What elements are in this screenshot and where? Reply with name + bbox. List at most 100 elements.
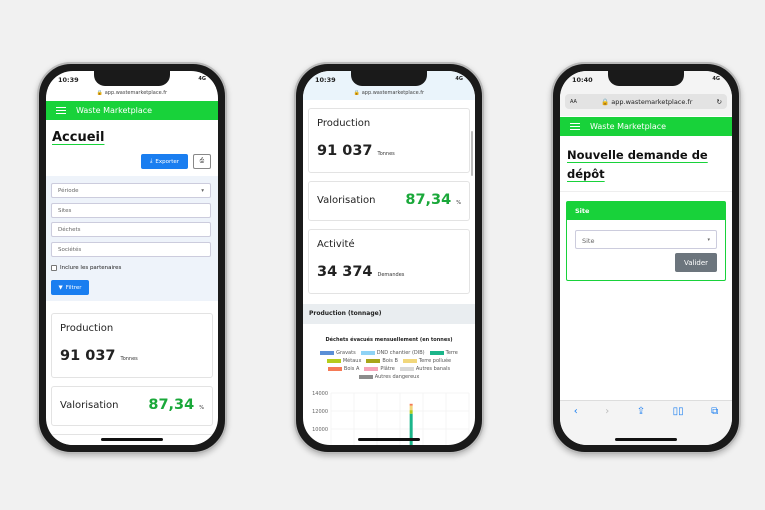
notch	[94, 71, 170, 86]
legend-item[interactable]: Métaux	[326, 358, 361, 364]
valider-button[interactable]: Valider	[675, 253, 717, 272]
home-indicator	[101, 438, 163, 441]
activite-card: Activité 34 374 Demandes	[308, 229, 470, 294]
notch	[351, 71, 427, 86]
printer-icon: ⎙	[199, 158, 205, 164]
site-select[interactable]: Site ▾	[575, 230, 717, 249]
production-card: Production 91 037 Tonnes	[51, 313, 213, 378]
legend-item[interactable]: Plâtre	[364, 366, 395, 372]
scrollbar[interactable]	[471, 131, 473, 176]
legend-label: Bois B	[382, 358, 398, 364]
sites-input[interactable]: Sites	[51, 203, 211, 218]
y-tick-label: 14000	[312, 391, 328, 397]
caret-down-icon: ▾	[201, 188, 204, 194]
menu-icon[interactable]	[570, 122, 580, 131]
url-text: app.wastemarketplace.fr	[104, 90, 168, 96]
screen: 10:39 4G 🔒 app.wastemarketplace.fr Waste …	[46, 71, 218, 445]
legend-item[interactable]: Bois A	[327, 366, 360, 372]
legend-label: Autres dangereux	[374, 374, 420, 380]
y-tick-label: 12000	[312, 409, 328, 415]
page-title: Nouvelle demande de dépôt	[567, 148, 708, 181]
app-name: Waste Marketplace	[590, 122, 667, 131]
url-bar[interactable]: 🔒 app.wastemarketplace.fr	[46, 90, 218, 96]
legend-swatch	[402, 359, 417, 363]
legend-label: Gravats	[336, 350, 356, 356]
notch	[608, 71, 684, 86]
societes-input[interactable]: Sociétés	[51, 242, 211, 257]
safari-address-bar[interactable]: AA 🔒 app.wastemarketplace.fr ↻	[565, 94, 727, 109]
app-name: Waste Marketplace	[76, 106, 153, 115]
chart-legend: Gravats DND chantier (DIB) Terre Métaux Bois…	[311, 350, 467, 380]
production-value: 91 037 Tonnes	[60, 348, 138, 364]
legend-swatch	[326, 359, 341, 363]
include-partners-label: Inclure les partenaires	[60, 265, 122, 271]
signal-indicator: 4G	[455, 76, 463, 82]
url-text: 🔒 app.wastemarketplace.fr	[601, 97, 693, 106]
valorisation-value: 87,34%	[405, 192, 461, 208]
production-card: Production 91 037 Tonnes	[308, 108, 470, 173]
production-label: Production	[60, 323, 114, 334]
menu-icon[interactable]	[56, 106, 66, 115]
legend-swatch	[327, 367, 342, 371]
periode-value: Période	[58, 188, 79, 194]
legend-item[interactable]: Autres banals	[399, 366, 451, 372]
url-bar[interactable]: 🔒 app.wastemarketplace.fr	[303, 90, 475, 96]
screen: 10:39 4G 🔒 app.wastemarketplace.fr Produc…	[303, 71, 475, 445]
legend-item[interactable]: Bois B	[366, 358, 398, 364]
app-header: Waste Marketplace	[560, 117, 732, 136]
back-icon[interactable]: ‹	[574, 406, 578, 445]
phone-new-request: 10:40 4G AA 🔒 app.wastemarketplace.fr ↻ W…	[551, 62, 741, 454]
site-card-header: Site	[567, 202, 725, 220]
legend-item[interactable]: Terre polluée	[402, 358, 451, 364]
bar-segment	[409, 403, 413, 406]
filter-label: Filtrer	[65, 284, 82, 291]
app-header: Waste Marketplace	[46, 101, 218, 120]
tabs-icon[interactable]: ⧉	[711, 406, 718, 445]
legend-label: Plâtre	[380, 366, 395, 372]
chart-title: Déchets évacués mensuellement (en tonnes…	[325, 337, 453, 343]
page-title: Accueil	[52, 130, 105, 145]
phone-home: 10:39 4G 🔒 app.wastemarketplace.fr Waste …	[37, 62, 227, 454]
periode-select[interactable]: Période ▾	[51, 183, 211, 198]
filter-panel: Période ▾ Sites Déchets Sociétés Inclure …	[46, 176, 218, 301]
phone-dashboard: 10:39 4G 🔒 app.wastemarketplace.fr Produc…	[294, 62, 484, 454]
export-label: Exporter	[155, 158, 180, 165]
status-time: 10:39	[58, 76, 79, 84]
reload-icon[interactable]: ↻	[717, 98, 722, 106]
filter-button[interactable]: ▼ Filtrer	[51, 280, 89, 295]
divider	[560, 191, 732, 192]
site-placeholder: Site	[582, 237, 595, 245]
download-icon: ⤓	[149, 158, 153, 164]
signal-indicator: 4G	[198, 76, 206, 82]
legend-item[interactable]: DND chantier (DIB)	[360, 350, 425, 356]
forward-icon[interactable]: ›	[605, 406, 609, 445]
production-label: Production	[317, 118, 371, 129]
text-size-button[interactable]: AA	[570, 99, 577, 105]
legend-swatch	[364, 367, 379, 371]
export-button[interactable]: ⤓ Exporter	[141, 154, 188, 169]
legend-swatch	[429, 351, 444, 355]
home-indicator	[358, 438, 420, 441]
print-button[interactable]: ⎙	[193, 154, 211, 169]
legend-item[interactable]: Terre	[429, 350, 458, 356]
legend-label: Bois A	[343, 366, 360, 372]
home-indicator	[615, 438, 677, 441]
legend-swatch	[360, 351, 375, 355]
legend-item[interactable]: Autres dangereux	[358, 374, 420, 380]
legend-label: Autres banals	[415, 366, 451, 372]
legend-swatch	[358, 375, 373, 379]
valorisation-label: Valorisation	[60, 400, 119, 411]
legend-swatch	[366, 359, 381, 363]
section-header: Production (tonnage)	[303, 304, 475, 324]
legend-swatch	[399, 367, 414, 371]
activite-label: Activité	[317, 239, 355, 250]
bar-segment	[409, 410, 413, 414]
legend-item[interactable]: Gravats	[320, 350, 356, 356]
legend-label: DND chantier (DIB)	[376, 350, 425, 356]
y-tick-label: 10000	[312, 427, 328, 433]
caret-down-icon: ▾	[707, 237, 710, 243]
status-time: 10:39	[315, 76, 336, 84]
dechets-input[interactable]: Déchets	[51, 222, 211, 237]
valorisation-label: Valorisation	[317, 195, 376, 206]
include-partners-checkbox[interactable]	[51, 265, 57, 271]
